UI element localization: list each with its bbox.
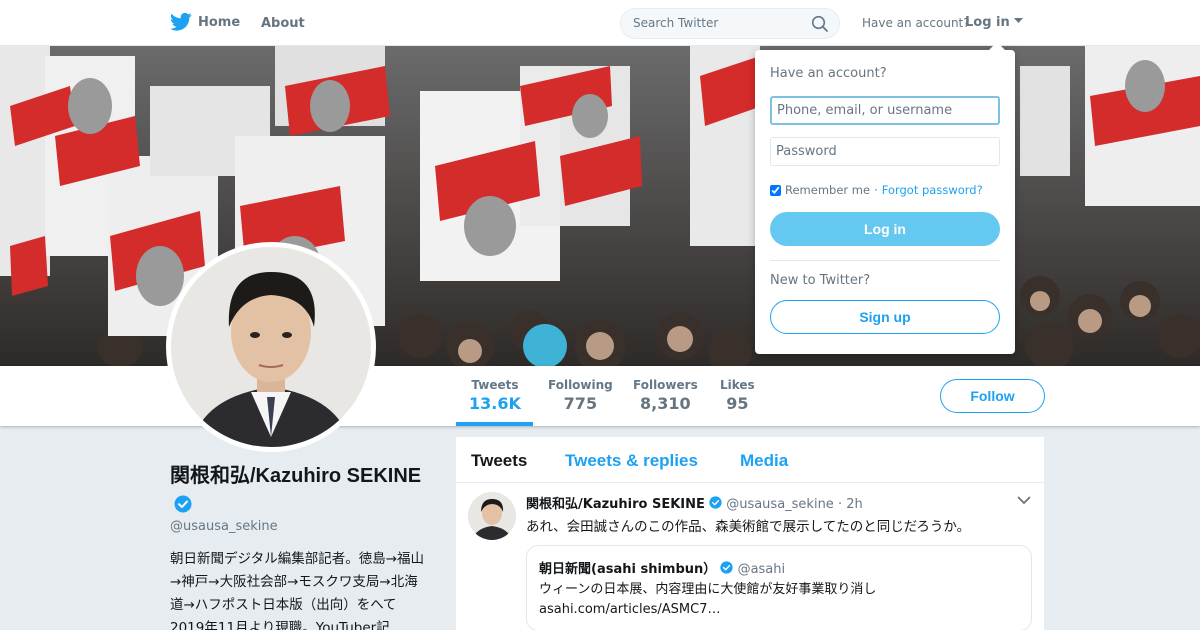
nav-home-label: Home	[198, 14, 241, 30]
stat-followers[interactable]: Followers 8,310	[633, 378, 698, 413]
search-input[interactable]	[621, 9, 801, 37]
quoted-tweet-body: ウィーンの日本展、内容理由に大使館が友好事業取り消し	[539, 582, 877, 597]
quoted-author-name: 朝日新聞(asahi shimbun）	[539, 562, 717, 577]
quoted-tweet-link[interactable]: asahi.com/articles/ASMC7…	[539, 600, 876, 620]
username-field[interactable]	[770, 96, 1000, 125]
stat-following[interactable]: Following 775	[548, 378, 613, 413]
stat-following-value: 775	[563, 394, 598, 413]
timeline-tabs: Tweets Tweets & replies Media	[456, 437, 1044, 483]
new-to-twitter-text: New to Twitter?	[770, 273, 871, 288]
profile-name: 関根和弘/Kazuhiro SEKINE	[170, 462, 440, 520]
avatar-portrait-image	[171, 247, 371, 447]
timeline: Tweets Tweets & replies Media 関根和弘/Kazuh…	[456, 437, 1044, 630]
tweet-header: 関根和弘/Kazuhiro SEKINE @usausa_sekine · 2h	[526, 493, 863, 512]
active-stat-underline	[456, 422, 533, 426]
remember-separator: ·	[874, 183, 878, 197]
forgot-password-link[interactable]: Forgot password?	[882, 183, 983, 197]
tweet-text: あれ、会田誠さんのこの作品、森美術館で展示してたのと同じだろうか。	[526, 519, 971, 535]
verified-badge-icon	[720, 561, 734, 574]
profile-bio: 朝日新聞デジタル編集部記者。徳島→福山→神戸→大阪社会部→モスクワ支局→北海道→…	[170, 551, 425, 630]
login-link-label: Log in	[965, 15, 1010, 30]
nav-about-link[interactable]: About	[261, 16, 305, 31]
top-nav-bar: Home About Have an account? Log in	[0, 0, 1200, 46]
stat-tweets-label: Tweets	[471, 378, 519, 392]
stat-likes-label: Likes	[720, 378, 755, 392]
stat-likes[interactable]: Likes 95	[720, 378, 755, 413]
verified-badge-icon	[174, 495, 192, 513]
remember-me-checkbox[interactable]	[770, 184, 781, 196]
login-dropdown-toggle[interactable]: Log in	[965, 15, 1024, 30]
nav-home-link[interactable]: Home	[170, 12, 240, 32]
stat-tweets[interactable]: Tweets 13.6K	[469, 378, 521, 413]
profile-name-text: 関根和弘/Kazuhiro SEKINE	[170, 465, 422, 487]
password-field[interactable]	[770, 137, 1000, 166]
tab-tweets-replies[interactable]: Tweets & replies	[565, 451, 698, 471]
stat-followers-value: 8,310	[640, 394, 691, 413]
tweet-separator: ·	[837, 497, 843, 512]
tab-tweets[interactable]: Tweets	[471, 451, 527, 471]
tweet-timestamp[interactable]: 2h	[846, 497, 863, 512]
dropdown-divider	[770, 260, 1000, 261]
tweet-avatar[interactable]	[468, 492, 516, 540]
stat-tweets-value: 13.6K	[469, 394, 521, 413]
chevron-down-icon[interactable]	[1017, 496, 1031, 505]
quoted-author-handle: @asahi	[737, 562, 786, 577]
twitter-bird-icon	[170, 12, 192, 31]
login-submit-button[interactable]: Log in	[770, 212, 1000, 246]
verified-badge-icon	[709, 496, 722, 509]
profile-handle[interactable]: @usausa_sekine	[170, 519, 278, 534]
quoted-tweet[interactable]: 朝日新聞(asahi shimbun） @asahi ウィーンの日本展、内容理由…	[526, 545, 1032, 630]
tweet-author-handle[interactable]: @usausa_sekine	[726, 497, 834, 512]
profile-avatar[interactable]	[166, 242, 376, 452]
stat-following-label: Following	[548, 378, 613, 392]
dropdown-caret	[989, 42, 1005, 50]
quoted-tweet-header: 朝日新聞(asahi shimbun） @asahi	[539, 558, 785, 577]
signup-button[interactable]: Sign up	[770, 300, 1000, 334]
tweet-item[interactable]: 関根和弘/Kazuhiro SEKINE @usausa_sekine · 2h…	[456, 483, 1044, 630]
follow-button[interactable]: Follow	[940, 379, 1045, 413]
remember-me-label[interactable]: Remember me	[785, 183, 870, 197]
login-dropdown-heading: Have an account?	[770, 66, 887, 81]
have-account-text: Have an account?	[862, 16, 970, 30]
tab-media[interactable]: Media	[740, 451, 788, 471]
stat-followers-label: Followers	[633, 378, 698, 392]
tweet-author-name[interactable]: 関根和弘/Kazuhiro SEKINE	[526, 497, 705, 512]
caret-down-icon	[1014, 18, 1024, 23]
remember-me-row: Remember me · Forgot password?	[770, 183, 983, 197]
tweet-avatar-image	[468, 492, 516, 540]
search-box	[620, 8, 840, 39]
stat-likes-value: 95	[726, 394, 749, 413]
login-dropdown: Have an account? Remember me · Forgot pa…	[755, 50, 1015, 354]
quoted-tweet-text: ウィーンの日本展、内容理由に大使館が友好事業取り消し asahi.com/art…	[539, 580, 876, 620]
search-icon[interactable]	[811, 15, 829, 33]
